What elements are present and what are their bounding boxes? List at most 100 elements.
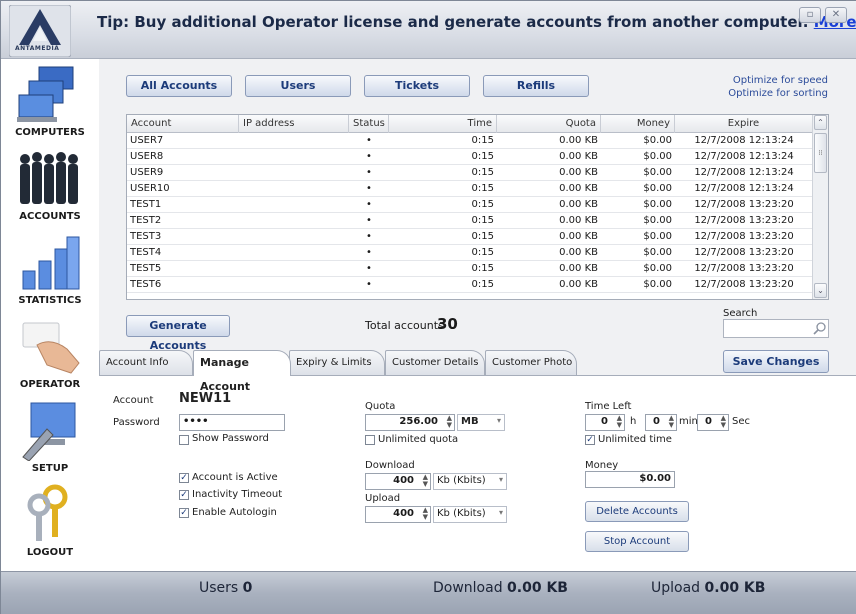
tickets-button[interactable]: Tickets	[364, 75, 470, 97]
column-header-status[interactable]: Status	[349, 115, 389, 133]
upload-status-label: Upload	[651, 580, 701, 596]
spin-arrows-icon[interactable]: ▲ ▼	[423, 507, 428, 521]
account-active-checkbox[interactable]: ✓	[179, 473, 189, 483]
table-row[interactable]: TEST2 • 0:15 0.00 KB $0.00 12/7/2008 13:23:20	[127, 213, 813, 229]
upload-stepper[interactable]: 400 ▲ ▼	[365, 506, 431, 523]
cell-money: $0.00	[643, 199, 672, 210]
column-header-time[interactable]: Time	[389, 115, 497, 133]
minutes-stepper[interactable]: 0 ▲ ▼	[645, 414, 677, 431]
sidebar-item-operator[interactable]: OPERATOR	[1, 311, 99, 395]
cell-account: USER9	[130, 167, 164, 178]
tab-customer-details[interactable]: Customer Details	[385, 350, 485, 375]
time-left-label: Time Left	[585, 401, 632, 412]
setup-icon	[22, 402, 76, 461]
tab-manage-account[interactable]: Manage Account	[193, 350, 291, 393]
table-scrollbar[interactable]: ⌃ ⁞⁞ ⌄	[812, 115, 828, 299]
scroll-down-icon[interactable]: ⌄	[814, 283, 827, 298]
cell-quota: 0.00 KB	[559, 151, 598, 162]
sidebar-item-setup[interactable]: SETUP	[1, 395, 99, 479]
cell-quota: 0.00 KB	[559, 167, 598, 178]
download-status-value: 0.00 KB	[507, 580, 568, 596]
column-header-expire[interactable]: Expire	[675, 115, 813, 133]
cell-money: $0.00	[643, 247, 672, 258]
inactivity-timeout-label[interactable]: Inactivity Timeout	[192, 489, 282, 500]
unlimited-time-label[interactable]: Unlimited time	[598, 434, 672, 445]
table-row[interactable]: USER10 • 0:15 0.00 KB $0.00 12/7/2008 12:13:2…	[127, 181, 813, 197]
spin-arrows-icon[interactable]: ▲ ▼	[617, 415, 622, 429]
cell-account: USER8	[130, 151, 164, 162]
sidebar-item-label: COMPUTERS	[15, 127, 85, 138]
cell-quota: 0.00 KB	[559, 199, 598, 210]
save-changes-button[interactable]: Save Changes	[723, 350, 829, 373]
column-header-ip[interactable]: IP address	[239, 115, 349, 133]
column-header-quota[interactable]: Quota	[497, 115, 601, 133]
table-row[interactable]: USER7 • 0:15 0.00 KB $0.00 12/7/2008 12:13:24	[127, 133, 813, 149]
generate-accounts-button[interactable]: Generate Accounts	[126, 315, 230, 352]
quota-unit-select[interactable]: MB ▾	[457, 414, 505, 431]
sidebar-item-label: SETUP	[31, 463, 69, 474]
sidebar-item-computers[interactable]: COMPUTERS	[1, 59, 99, 143]
sidebar-item-statistics[interactable]: STATISTICS	[1, 227, 99, 311]
inactivity-timeout-checkbox[interactable]: ✓	[179, 490, 189, 500]
spin-arrows-icon[interactable]: ▲ ▼	[721, 415, 726, 429]
optimize-sorting-link[interactable]: Optimize for sorting	[728, 88, 828, 99]
show-password-label[interactable]: Show Password	[192, 433, 269, 444]
download-unit-select[interactable]: Kb (Kbits) ▾	[433, 473, 507, 490]
download-stepper[interactable]: 400 ▲ ▼	[365, 473, 431, 490]
cell-quota: 0.00 KB	[559, 183, 598, 194]
spin-arrows-icon[interactable]: ▲ ▼	[669, 415, 674, 429]
upload-label: Upload	[365, 493, 401, 504]
main-content: All Accounts Users Tickets Refills Optim…	[99, 59, 856, 571]
sidebar-item-logout[interactable]: LOGOUT	[1, 479, 99, 563]
cell-quota: 0.00 KB	[559, 135, 598, 146]
cell-expire: 12/7/2008 13:23:20	[694, 263, 794, 274]
table-row[interactable]: USER9 • 0:15 0.00 KB $0.00 12/7/2008 12:13:24	[127, 165, 813, 181]
chevron-down-icon: ▾	[498, 475, 503, 484]
seconds-stepper[interactable]: 0 ▲ ▼	[697, 414, 729, 431]
column-header-account[interactable]: Account	[127, 115, 239, 133]
cell-time: 0:15	[471, 151, 494, 162]
account-active-label[interactable]: Account is Active	[192, 472, 278, 483]
enable-autologin-label[interactable]: Enable Autologin	[192, 507, 277, 518]
table-row[interactable]: TEST1 • 0:15 0.00 KB $0.00 12/7/2008 13:23:20	[127, 197, 813, 213]
spin-arrows-icon[interactable]: ▲ ▼	[447, 415, 452, 429]
restore-button[interactable]: ▫	[799, 7, 821, 23]
table-row[interactable]: USER8 • 0:15 0.00 KB $0.00 12/7/2008 12:13:24	[127, 149, 813, 165]
unlimited-quota-checkbox[interactable]	[365, 435, 375, 445]
cell-time: 0:15	[471, 247, 494, 258]
all-accounts-button[interactable]: All Accounts	[126, 75, 232, 97]
enable-autologin-checkbox[interactable]: ✓	[179, 508, 189, 518]
scroll-up-icon[interactable]: ⌃	[814, 115, 827, 130]
hours-stepper[interactable]: 0 ▲ ▼	[585, 414, 625, 431]
close-button[interactable]: ✕	[825, 7, 847, 23]
search-icon[interactable]	[813, 321, 827, 335]
sidebar-item-accounts[interactable]: ACCOUNTS	[1, 143, 99, 227]
show-password-checkbox[interactable]	[179, 435, 189, 445]
tab-customer-photo[interactable]: Customer Photo	[485, 350, 577, 375]
table-row[interactable]: TEST5 • 0:15 0.00 KB $0.00 12/7/2008 13:23:20	[127, 261, 813, 277]
quota-stepper[interactable]: 256.00 ▲ ▼	[365, 414, 455, 431]
cell-account: USER10	[130, 183, 170, 194]
table-row[interactable]: TEST6 • 0:15 0.00 KB $0.00 12/7/2008 13:23:20	[127, 277, 813, 293]
scroll-thumb[interactable]: ⁞⁞	[814, 133, 827, 173]
money-field[interactable]: $0.00	[585, 471, 675, 488]
password-field[interactable]: ••••	[179, 414, 285, 431]
upload-unit-select[interactable]: Kb (Kbits) ▾	[433, 506, 507, 523]
tab-account-info[interactable]: Account Info	[99, 350, 193, 375]
cell-time: 0:15	[471, 215, 494, 226]
column-header-money[interactable]: Money	[601, 115, 675, 133]
users-button[interactable]: Users	[245, 75, 351, 97]
tab-expiry-limits[interactable]: Expiry & Limits	[289, 350, 385, 375]
unlimited-quota-label[interactable]: Unlimited quota	[378, 434, 458, 445]
quota-value: 256.00	[399, 416, 438, 427]
table-row[interactable]: TEST3 • 0:15 0.00 KB $0.00 12/7/2008 13:23:20	[127, 229, 813, 245]
delete-accounts-button[interactable]: Delete Accounts	[585, 501, 689, 522]
table-row[interactable]: TEST4 • 0:15 0.00 KB $0.00 12/7/2008 13:23:20	[127, 245, 813, 261]
stop-account-button[interactable]: Stop Account	[585, 531, 689, 552]
cell-money: $0.00	[643, 215, 672, 226]
unlimited-time-checkbox[interactable]: ✓	[585, 435, 595, 445]
optimize-speed-link[interactable]: Optimize for speed	[733, 75, 828, 86]
spin-arrows-icon[interactable]: ▲ ▼	[423, 474, 428, 488]
refills-button[interactable]: Refills	[483, 75, 589, 97]
chevron-down-icon: ▾	[496, 416, 501, 425]
